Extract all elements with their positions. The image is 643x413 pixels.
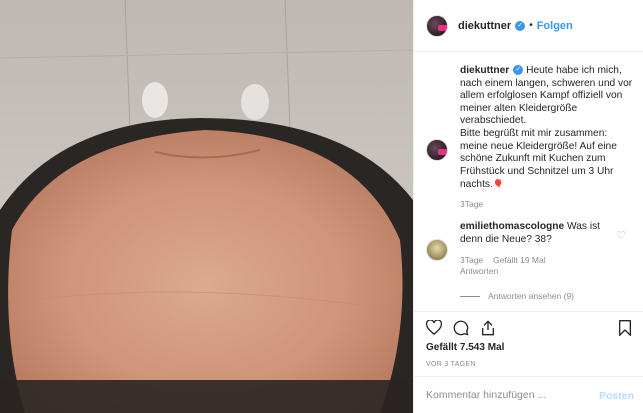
share-icon[interactable] <box>480 320 496 339</box>
caption-text: diekuttner ✓ Heute habe ich mich, nach ei… <box>460 65 636 192</box>
balloon-emoji-icon: 🎈 <box>492 179 505 190</box>
author-avatar[interactable] <box>426 14 448 37</box>
replies-divider <box>460 295 480 297</box>
verified-badge-icon: ✓ <box>513 65 524 76</box>
post-side-panel: diekuttner ✓ • Folgen diekuttner ✓ Heute … <box>413 0 643 413</box>
author-username[interactable]: diekuttner <box>458 20 511 32</box>
add-comment-form: Posten <box>414 376 643 413</box>
caption-time[interactable]: 3Tage <box>460 199 483 209</box>
post-timestamp[interactable]: VOR 3 TAGEN <box>426 361 476 368</box>
comments-list[interactable]: diekuttner ✓ Heute habe ich mich, nach ei… <box>414 53 643 311</box>
separator-dot: • <box>529 20 533 31</box>
comment-like-heart-icon[interactable]: ♡ <box>616 229 626 242</box>
caption-body-2: Bitte begrüßt mit mir zusammen: meine ne… <box>460 127 617 191</box>
post-comment-button[interactable]: Posten <box>599 390 634 402</box>
comment-time[interactable]: 3Tage <box>460 255 483 265</box>
post-header: diekuttner ✓ • Folgen <box>414 0 643 52</box>
likes-count[interactable]: Gefällt 7.543 Mal <box>426 342 504 353</box>
view-replies-label: Antworten ansehen (9) <box>488 291 574 301</box>
comment-actions: 3Tage Gefällt 19 Mal Antworten <box>460 255 636 277</box>
comment-bubble-icon[interactable] <box>453 320 469 339</box>
view-replies-button[interactable]: Antworten ansehen (9) <box>460 291 574 301</box>
commenter-avatar[interactable] <box>426 239 448 261</box>
bookmark-icon[interactable] <box>618 320 632 339</box>
caption-author-avatar[interactable] <box>426 139 448 161</box>
like-heart-icon[interactable] <box>425 319 443 338</box>
commenter-username[interactable]: emiliethomascologne <box>460 221 564 232</box>
post-actions-bar <box>414 311 643 343</box>
comment-item: emiliethomascologne Was ist denn die Neu… <box>426 221 636 277</box>
comment-input[interactable] <box>426 386 596 404</box>
caption-username[interactable]: diekuttner <box>460 65 509 76</box>
comment-likes[interactable]: Gefällt 19 Mal <box>493 255 545 265</box>
belly-photo-illustration <box>0 0 413 413</box>
reply-button[interactable]: Antworten <box>460 266 498 276</box>
post-photo[interactable] <box>0 0 413 413</box>
verified-badge-icon: ✓ <box>515 20 526 31</box>
caption-comment: diekuttner ✓ Heute habe ich mich, nach ei… <box>426 65 636 192</box>
follow-button[interactable]: Folgen <box>537 20 573 32</box>
comment-text: emiliethomascologne Was ist denn die Neu… <box>460 221 610 246</box>
